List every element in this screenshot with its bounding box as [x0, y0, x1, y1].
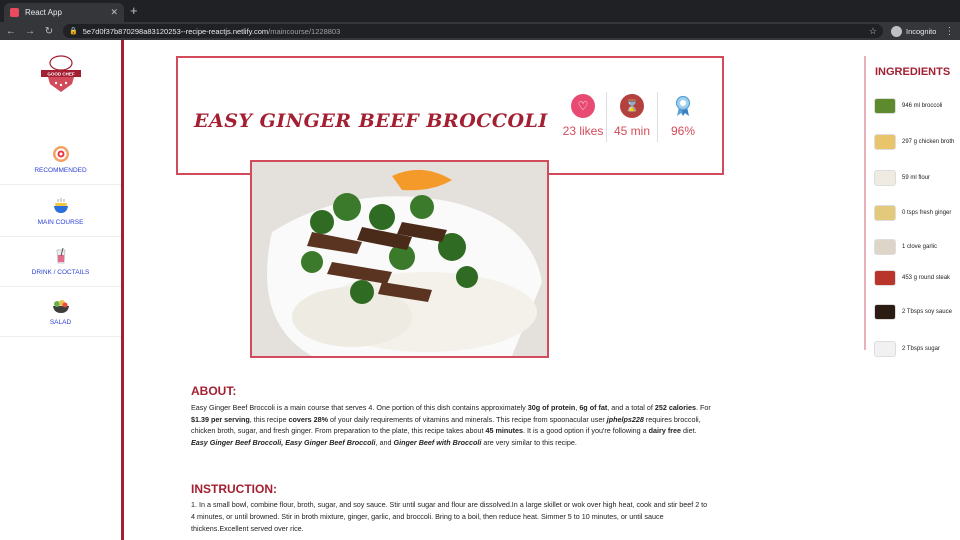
about-segment: , and a total of — [607, 403, 655, 412]
likes-stat[interactable]: ♡ 23 likes — [558, 94, 608, 146]
about-segment: $1.39 per serving — [191, 414, 250, 424]
ingredient-thumbnail — [874, 170, 896, 186]
award-ribbon-icon — [671, 94, 695, 118]
ingredient-thumbnail — [874, 205, 896, 221]
score-stat: 96% — [658, 94, 708, 146]
ingredient-item: 1 clove garlic — [874, 235, 960, 259]
browser-tab-bar: React App ✕ + — [0, 0, 960, 22]
ingredient-item: 297 g chicken broth — [874, 130, 960, 154]
about-segment: 30g of protein — [527, 403, 576, 412]
time-stat: ⌛ 45 min — [607, 94, 657, 146]
ingredient-thumbnail — [874, 134, 896, 150]
ingredient-label: 2 Tbsps sugar — [902, 346, 940, 352]
about-segment: are very similar to this recipe. — [481, 437, 577, 447]
ingredient-thumbnail — [874, 239, 896, 255]
cook-time: 45 min — [613, 124, 651, 138]
health-score: 96% — [670, 124, 696, 138]
recipe-photo — [250, 160, 549, 358]
about-segment: 45 minutes — [485, 426, 524, 435]
ingredient-label: 946 ml broccoli — [902, 103, 943, 109]
salad-icon — [52, 300, 69, 313]
menu-kebab-icon[interactable]: ⋮ — [944, 26, 954, 37]
bookmark-star-icon[interactable]: ☆ — [869, 26, 877, 37]
ingredient-label: 2 Tbsps soy sauce — [902, 309, 952, 315]
ingredients-panel: INGREDIENTS 946 ml broccoli 297 g chicken… — [864, 56, 960, 357]
lock-icon: 🔒 — [69, 28, 78, 35]
react-favicon-icon — [10, 8, 19, 17]
ingredient-label: 297 g chicken broth — [902, 139, 955, 145]
instruction-heading: INSTRUCTION: — [191, 482, 277, 496]
ingredient-item: 946 ml broccoli — [874, 94, 960, 118]
url-input[interactable]: 🔒 5e7d0f37b870298a83120253--recipe-react… — [63, 24, 883, 38]
new-tab-button[interactable]: + — [130, 3, 138, 19]
reload-icon[interactable]: ↻ — [41, 26, 57, 37]
about-segment: , and — [375, 437, 394, 447]
ingredient-label: 1 clove garlic — [902, 244, 938, 250]
forward-icon[interactable]: → — [22, 26, 38, 37]
heart-icon: ♡ — [571, 94, 595, 118]
about-segment: . It is a good option if you're followin… — [523, 426, 649, 435]
likes-count: 23 likes — [562, 124, 604, 138]
sidebar-item-label: MAIN COURSE — [37, 219, 84, 226]
about-segment: , this recipe — [249, 414, 289, 424]
about-description: Easy Ginger Beef Broccoli is a main cour… — [191, 402, 711, 448]
incognito-icon — [891, 25, 902, 37]
ingredient-item: 453 g round steak — [874, 266, 960, 290]
incognito-badge[interactable]: Incognito — [891, 25, 937, 37]
good-chef-logo[interactable]: GOOD CHEF — [38, 54, 84, 96]
about-segment: Easy Ginger Beef Broccoli, Easy Ginger B… — [191, 437, 376, 447]
tab-title: React App — [25, 8, 62, 17]
ingredient-item: 2 Tbsps sugar — [874, 337, 960, 361]
url-host: 5e7d0f37b870298a83120253--recipe-reactjs… — [82, 26, 269, 36]
bowl-icon — [53, 198, 68, 213]
ingredient-item: 2 Tbsps soy sauce — [874, 300, 960, 324]
sidebar-item-recommended[interactable]: RECOMMENDED — [0, 135, 121, 185]
sidebar-item-label: DRINK / COCTAILS — [31, 269, 90, 276]
about-segment: Ginger Beef with Broccoli — [393, 437, 482, 447]
browser-tab[interactable]: React App ✕ — [4, 3, 124, 22]
drink-icon — [56, 247, 65, 264]
about-heading: ABOUT: — [191, 384, 237, 398]
about-segment: 6g of fat — [579, 403, 608, 412]
hourglass-icon: ⌛ — [620, 94, 644, 118]
ingredient-thumbnail — [874, 98, 896, 114]
close-tab-icon[interactable]: ✕ — [110, 7, 118, 18]
target-icon — [52, 146, 69, 162]
ingredient-label: 0 tsps fresh ginger — [902, 210, 952, 216]
sidebar-item-main-course[interactable]: MAIN COURSE — [0, 187, 121, 237]
about-segment: covers 28% — [288, 414, 329, 424]
recipe-title: EASY GINGER BEEF BROCCOLI — [194, 110, 548, 132]
ingredient-thumbnail — [874, 270, 896, 286]
ingredient-label: 453 g round steak — [902, 275, 951, 281]
recipe-header: EASY GINGER BEEF BROCCOLI ♡ 23 likes ⌛ 4… — [176, 56, 724, 175]
ingredient-thumbnail — [874, 341, 896, 357]
back-icon[interactable]: ← — [3, 26, 19, 37]
logo-text: GOOD CHEF — [47, 72, 75, 77]
address-bar: ← → ↻ 🔒 5e7d0f37b870298a83120253--recipe… — [0, 22, 960, 40]
about-segment: 252 calories — [654, 403, 696, 412]
about-segment: Easy Ginger Beef Broccoli is a main cour… — [191, 403, 528, 412]
sidebar-item-label: RECOMMENDED — [34, 167, 87, 174]
incognito-label: Incognito — [906, 26, 937, 36]
ingredient-thumbnail — [874, 304, 896, 320]
ingredient-item: 59 ml flour — [874, 166, 960, 190]
about-segment: dairy free — [648, 426, 682, 435]
sidebar-item-label: SALAD — [49, 319, 72, 326]
ingredients-heading: INGREDIENTS — [875, 66, 951, 78]
instruction-text: 1. In a small bowl, combine flour, broth… — [191, 500, 708, 533]
sidebar: GOOD CHEF RECOMMENDED MAIN COURSE DRINK … — [0, 40, 124, 540]
about-segment: of your daily requirements of vitamins a… — [328, 414, 607, 424]
about-segment: diet. — [681, 426, 697, 435]
about-segment: jphelps228 — [606, 414, 644, 424]
ingredient-item: 0 tsps fresh ginger — [874, 201, 960, 225]
url-path: /maincourse/1228803 — [268, 26, 341, 36]
ingredient-label: 59 ml flour — [902, 175, 931, 181]
about-segment: . For — [696, 403, 711, 412]
sidebar-item-drink-coctails[interactable]: DRINK / COCTAILS — [0, 237, 121, 287]
page: GOOD CHEF RECOMMENDED MAIN COURSE DRINK … — [0, 40, 960, 540]
sidebar-item-salad[interactable]: SALAD — [0, 287, 121, 337]
